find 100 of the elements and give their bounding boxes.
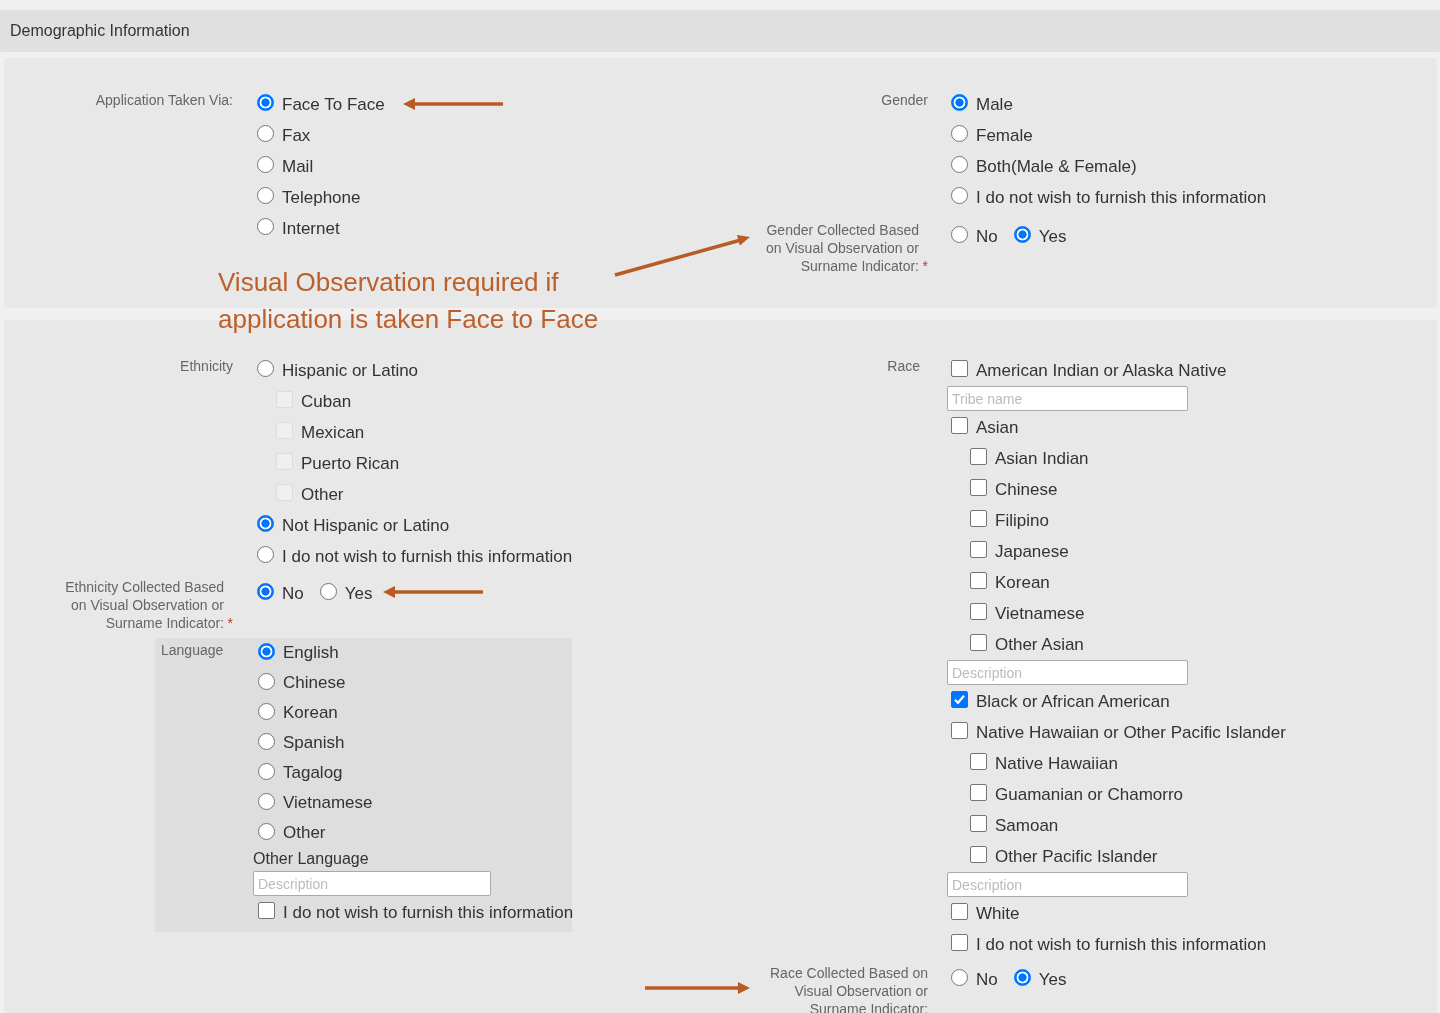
checkbox[interactable] — [970, 541, 987, 558]
radio-button[interactable] — [1013, 969, 1031, 986]
radio-button[interactable] — [1013, 226, 1031, 243]
checkbox[interactable] — [970, 815, 987, 832]
option-label: Other — [301, 484, 344, 505]
option-label: No — [282, 583, 304, 604]
checkbox[interactable] — [970, 784, 987, 801]
option-label: Other Pacific Islander — [995, 846, 1158, 867]
text-field[interactable]: Description — [947, 872, 1188, 897]
checkbox[interactable] — [970, 846, 987, 863]
option-label: Other Asian — [995, 634, 1084, 655]
required-mark: * — [227, 616, 233, 630]
option-label: Samoan — [995, 815, 1059, 836]
option-label: Chinese — [995, 479, 1058, 500]
option-label: No — [976, 226, 998, 247]
checkbox[interactable] — [970, 572, 987, 589]
field-label: Application Taken Via: — [95, 92, 233, 108]
option-label: I do not wish to furnish this information — [282, 546, 573, 567]
radio-button[interactable] — [257, 156, 274, 173]
radio-button[interactable] — [951, 94, 968, 111]
option-label: Female — [976, 125, 1033, 146]
radio-button[interactable] — [257, 125, 274, 142]
radio-button[interactable] — [257, 360, 274, 377]
radio-button[interactable] — [258, 762, 275, 780]
radio-button[interactable] — [257, 187, 274, 204]
option-label: Yes — [1038, 969, 1067, 990]
radio-button[interactable] — [258, 822, 275, 840]
radio-button[interactable] — [258, 642, 275, 660]
checkbox[interactable] — [951, 903, 968, 920]
radio-button[interactable] — [257, 515, 274, 532]
field-label: Ethnicity — [180, 358, 233, 374]
radio-button[interactable] — [257, 546, 274, 563]
option-label: Mexican — [301, 422, 365, 443]
checkbox[interactable] — [970, 510, 987, 527]
option-label: American Indian or Alaska Native — [976, 360, 1227, 381]
option-label: Japanese — [995, 541, 1069, 562]
option-label: Guamanian or Chamorro — [995, 784, 1184, 805]
checkbox[interactable] — [951, 934, 968, 951]
option-label: Tagalog — [283, 763, 343, 783]
option-label: English — [283, 643, 339, 663]
option-label: Internet — [282, 218, 340, 239]
checkbox[interactable] — [970, 753, 987, 770]
radio-button[interactable] — [257, 218, 274, 235]
checkbox[interactable] — [951, 417, 968, 434]
text-field[interactable]: Tribe name — [947, 386, 1188, 411]
field-label: Gender Collected Based on Visual Observation or Surname Indicator: — [764, 221, 919, 275]
option-label: Hispanic or Latino — [282, 360, 419, 381]
radio-button[interactable] — [257, 94, 274, 111]
option-label: Mail — [282, 156, 314, 177]
option-label: Native Hawaiian or Other Pacific Islander — [976, 722, 1286, 743]
option-label: Face To Face — [282, 94, 385, 115]
radio-button[interactable] — [258, 672, 275, 690]
option-label: Yes — [344, 583, 373, 604]
radio-button[interactable] — [951, 125, 968, 142]
radio-button[interactable] — [951, 226, 968, 243]
radio-button[interactable] — [951, 156, 968, 173]
required-mark: * — [922, 259, 928, 273]
field-label: Ethnicity Collected Based on Visual Observation or Surname Indicator: — [64, 578, 224, 632]
radio-button[interactable] — [951, 187, 968, 204]
field-label: Race — [887, 358, 920, 374]
radio-button[interactable] — [319, 583, 337, 600]
option-label: Vietnamese — [995, 603, 1085, 624]
checkbox[interactable] — [258, 902, 275, 919]
checkbox[interactable] — [951, 360, 968, 377]
checkbox[interactable] — [951, 722, 968, 739]
option-label: Asian — [976, 417, 1019, 438]
checkbox[interactable] — [951, 691, 968, 708]
option-label: Fax — [282, 125, 311, 146]
radio-button[interactable] — [258, 792, 275, 810]
option-label: Spanish — [283, 733, 345, 753]
checkbox[interactable] — [970, 603, 987, 620]
option-label: Male — [976, 94, 1013, 115]
option-label: Chinese — [283, 673, 346, 693]
radio-button[interactable] — [951, 969, 968, 986]
option-label: Native Hawaiian — [995, 753, 1118, 774]
option-label: Black or African American — [976, 691, 1170, 712]
callout-text: Visual Observation required if application is taken Face to Face — [218, 266, 600, 336]
option-label: Cuban — [301, 391, 352, 412]
option-label: I do not wish to furnish this information — [283, 902, 574, 923]
radio-button[interactable] — [258, 732, 275, 750]
option-label: I do not wish to furnish this information — [976, 934, 1267, 955]
checkbox[interactable] — [970, 634, 987, 651]
radio-button[interactable] — [258, 702, 275, 720]
checkbox[interactable] — [970, 479, 987, 496]
option-label: White — [976, 903, 1020, 924]
option-label: I do not wish to furnish this information — [976, 187, 1267, 208]
option-label: Other — [283, 823, 326, 843]
option-label: No — [976, 969, 998, 990]
field-label: Language — [161, 642, 224, 658]
checkbox[interactable] — [970, 448, 987, 465]
text-field[interactable]: Description — [947, 660, 1188, 685]
text-field[interactable]: Description — [253, 871, 491, 896]
option-label: Vietnamese — [283, 793, 373, 813]
option-label: Korean — [283, 703, 338, 723]
option-label: Yes — [1038, 226, 1067, 247]
radio-button[interactable] — [257, 583, 274, 600]
field-label: Gender — [881, 92, 928, 108]
option-label: Not Hispanic or Latino — [282, 515, 450, 536]
section-title: Demographic Information — [10, 22, 190, 40]
option-label: Both(Male & Female) — [976, 156, 1137, 177]
